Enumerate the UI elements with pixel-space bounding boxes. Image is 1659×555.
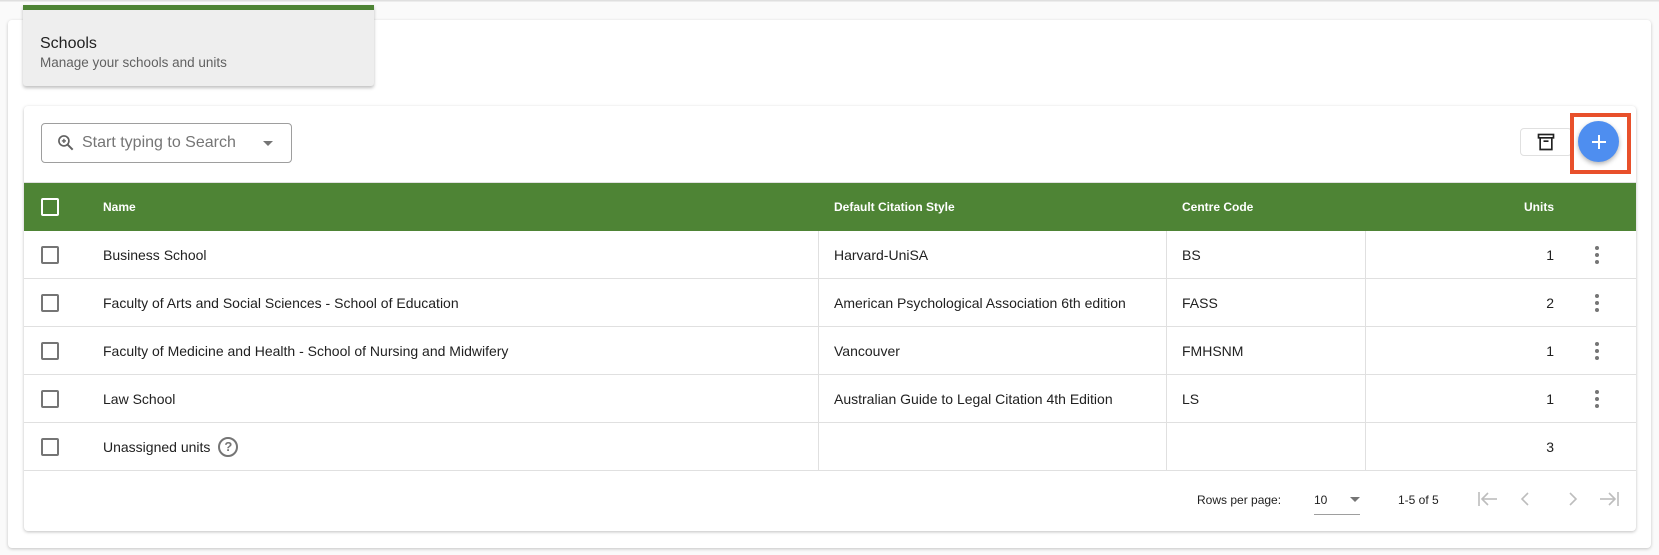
row-checkbox[interactable] <box>41 245 59 264</box>
more-vert-icon <box>1592 341 1602 360</box>
school-name: Business School <box>103 246 207 263</box>
row-menu-button[interactable] <box>1592 231 1602 278</box>
search-input[interactable]: Start typing to Search <box>41 123 292 163</box>
table-body: Business School Harvard-UniSA BS 1 Facul… <box>24 231 1636 471</box>
table-row[interactable]: Law School Australian Guide to Legal Cit… <box>24 375 1636 423</box>
column-header-units[interactable]: Units <box>1424 183 1554 231</box>
chevron-left-icon <box>1520 492 1529 506</box>
row-menu-button[interactable] <box>1592 327 1602 374</box>
column-divider <box>1166 423 1167 470</box>
centre-code: BS <box>1182 246 1201 263</box>
rows-per-page-select[interactable]: 10 <box>1314 485 1360 515</box>
archive-icon <box>1537 133 1555 151</box>
column-divider <box>818 375 819 422</box>
row-checkbox[interactable] <box>41 437 59 456</box>
first-page-button[interactable] <box>1474 485 1502 513</box>
schools-table-card: Start typing to Search Name Default Cita… <box>24 106 1636 531</box>
units-count: 1 <box>1546 246 1554 263</box>
archive-button[interactable] <box>1520 128 1572 156</box>
rows-per-page-label: Rows per page: <box>1197 493 1282 507</box>
more-vert-icon <box>1592 293 1602 312</box>
top-bar-edge <box>0 0 1659 2</box>
page-header: Schools Manage your schools and units <box>23 5 374 86</box>
school-name: Law School <box>103 390 176 407</box>
plus-icon <box>1591 134 1606 149</box>
row-menu-button[interactable] <box>1592 375 1602 422</box>
citation-style: Vancouver <box>834 342 900 359</box>
next-page-button[interactable] <box>1559 485 1587 513</box>
row-checkbox[interactable] <box>41 293 59 312</box>
school-name-cell: Unassigned units ? <box>103 423 239 470</box>
table-row[interactable]: Unassigned units ? 3 <box>24 423 1636 471</box>
select-all-cell <box>41 183 59 231</box>
table-row[interactable]: Faculty of Medicine and Health - School … <box>24 327 1636 375</box>
column-divider <box>1365 279 1366 326</box>
last-page-button[interactable] <box>1595 485 1623 513</box>
page-title: Schools <box>40 35 97 52</box>
more-vert-icon <box>1592 245 1602 264</box>
row-checkbox-cell <box>41 279 59 326</box>
column-header-citation-style[interactable]: Default Citation Style <box>834 183 955 231</box>
table-row[interactable]: Business School Harvard-UniSA BS 1 <box>24 231 1636 279</box>
units-count: 1 <box>1546 390 1554 407</box>
add-school-button[interactable] <box>1578 121 1619 162</box>
search-dropdown-caret-icon[interactable] <box>263 140 273 146</box>
column-divider <box>1365 375 1366 422</box>
row-menu-button[interactable] <box>1592 279 1602 326</box>
row-checkbox[interactable] <box>41 341 59 360</box>
column-header-name[interactable]: Name <box>103 183 136 231</box>
school-name: Unassigned units <box>103 438 211 455</box>
column-divider <box>1166 375 1167 422</box>
centre-code: LS <box>1182 390 1200 407</box>
first-page-icon <box>1478 492 1497 506</box>
citation-style: Australian Guide to Legal Citation 4th E… <box>834 390 1113 407</box>
table-toolbar: Start typing to Search <box>24 106 1636 183</box>
rows-per-page-value: 10 <box>1314 492 1328 507</box>
centre-code: FMHSNM <box>1182 342 1244 359</box>
column-header-centre-code[interactable]: Centre Code <box>1182 183 1253 231</box>
school-name: Faculty of Arts and Social Sciences - Sc… <box>103 294 459 311</box>
citation-style: Harvard-UniSA <box>834 246 929 263</box>
units-count: 2 <box>1546 294 1554 311</box>
table-row[interactable]: Faculty of Arts and Social Sciences - Sc… <box>24 279 1636 327</box>
page-range: 1-5 of 5 <box>1398 493 1439 507</box>
last-page-icon <box>1600 492 1619 506</box>
chevron-right-icon <box>1569 492 1578 506</box>
units-count: 1 <box>1546 342 1554 359</box>
centre-code: FASS <box>1182 294 1218 311</box>
page-subtitle: Manage your schools and units <box>40 55 227 70</box>
column-divider <box>818 231 819 278</box>
row-checkbox-cell <box>41 423 59 470</box>
column-divider <box>1166 231 1167 278</box>
school-name: Faculty of Medicine and Health - School … <box>103 342 509 359</box>
column-divider <box>818 279 819 326</box>
units-count: 3 <box>1546 438 1554 455</box>
column-divider <box>1365 231 1366 278</box>
chevron-down-icon <box>1350 497 1360 502</box>
previous-page-button[interactable] <box>1511 485 1539 513</box>
column-divider <box>818 423 819 470</box>
column-divider <box>818 327 819 374</box>
column-divider <box>1166 279 1167 326</box>
more-vert-icon <box>1592 389 1602 408</box>
search-placeholder: Start typing to Search <box>82 134 236 151</box>
select-all-checkbox[interactable] <box>41 198 59 216</box>
row-checkbox[interactable] <box>41 389 59 408</box>
citation-style: American Psychological Association 6th e… <box>834 294 1126 311</box>
table-pagination: Rows per page: 10 1-5 of 5 <box>24 471 1636 527</box>
column-divider <box>1365 327 1366 374</box>
help-icon[interactable]: ? <box>218 436 239 457</box>
column-divider <box>1166 327 1167 374</box>
row-checkbox-cell <box>41 327 59 374</box>
row-checkbox-cell <box>41 231 59 278</box>
table-header: Name Default Citation Style Centre Code … <box>24 183 1636 231</box>
zoom-in-search-icon <box>58 135 74 151</box>
column-divider <box>1365 423 1366 470</box>
row-checkbox-cell <box>41 375 59 422</box>
